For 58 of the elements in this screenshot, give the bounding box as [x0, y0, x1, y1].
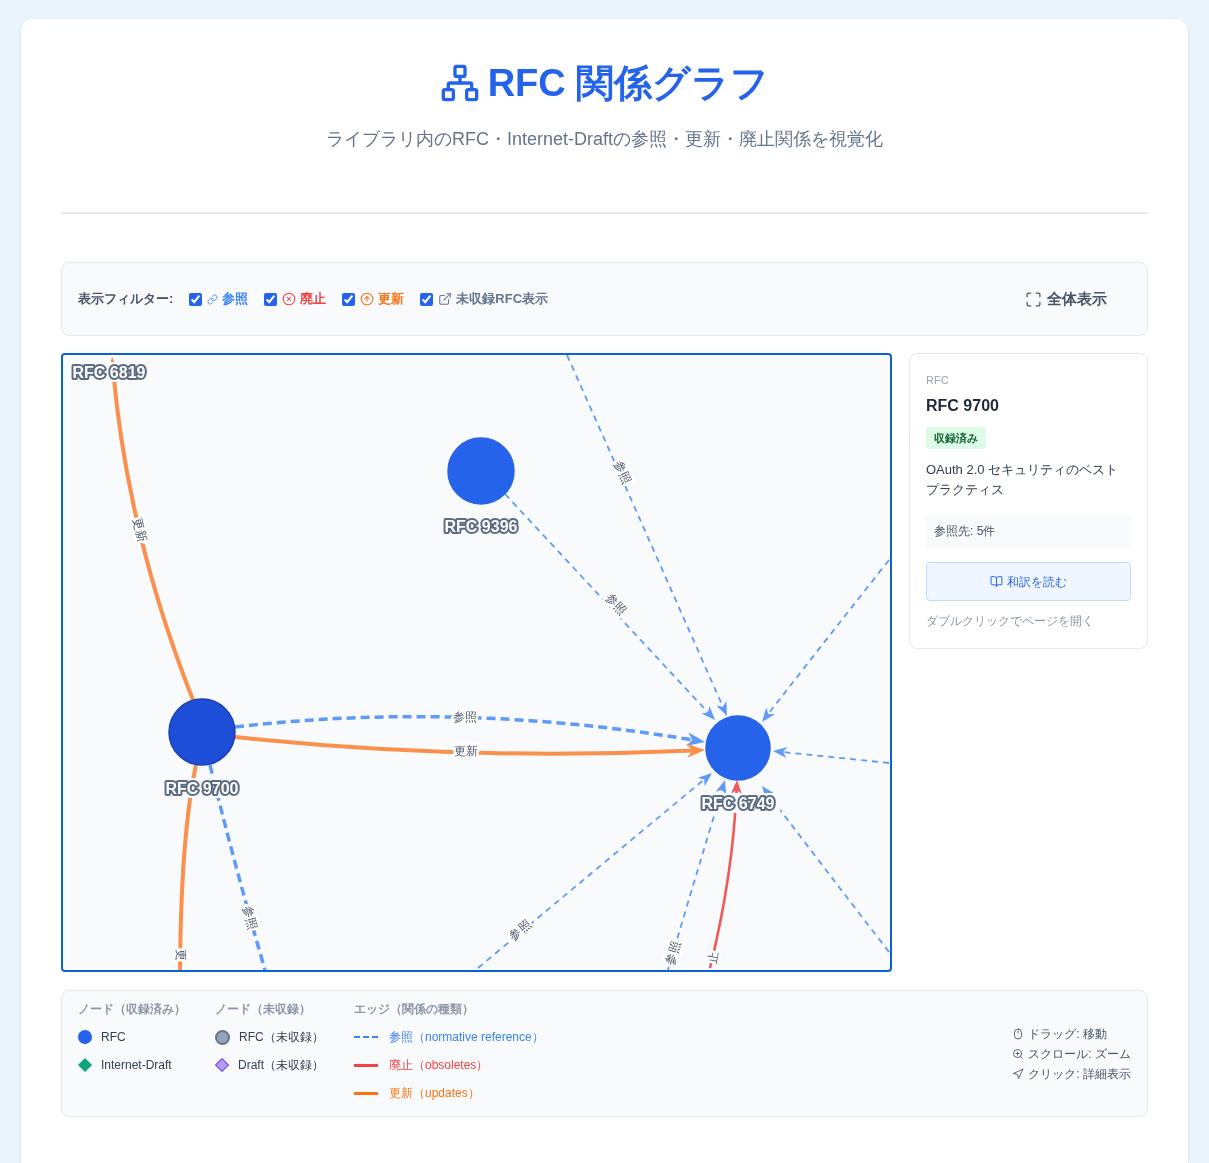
- external-link-icon: [438, 292, 453, 306]
- edge-label: 更新: [130, 516, 150, 544]
- legend-heading: ノード（収録済み）: [78, 1001, 187, 1017]
- legend-label: RFC: [101, 1029, 126, 1046]
- node-type: RFC: [926, 373, 950, 388]
- node-label: RFC 9396: [444, 517, 518, 535]
- filter-label[interactable]: 未収録RFC表示: [456, 289, 549, 309]
- edge-label: 参照: [611, 458, 635, 486]
- interaction-hint: クリック: 詳細表示: [1028, 1066, 1131, 1083]
- edge-label: 参照: [602, 590, 630, 618]
- node-label: RFC 6749: [701, 794, 775, 812]
- fit-view-button[interactable]: 全体表示: [1009, 279, 1123, 319]
- link-icon: [207, 293, 219, 305]
- edge-label: 参照: [240, 904, 260, 932]
- edge-label: 参照: [452, 709, 478, 725]
- legend-label: RFC（未収録）: [239, 1029, 324, 1046]
- filter-heading: 表示フィルター:: [78, 290, 174, 309]
- mouse-icon: [1012, 1028, 1025, 1040]
- page-title: RFC 関係グラフ: [487, 61, 770, 106]
- legend-label: Draft（未収録）: [238, 1057, 324, 1074]
- edge-label: 更: [174, 949, 188, 961]
- filter-label[interactable]: 更新: [378, 289, 405, 309]
- read-translation-button[interactable]: 和訳を読む: [926, 562, 1131, 601]
- interaction-hint: スクロール: ズーム: [1028, 1046, 1131, 1063]
- open-page-hint: ダブルクリックでページを開く: [926, 613, 1095, 629]
- legend-label: 更新（updates）: [389, 1085, 480, 1102]
- filter-checkbox[interactable]: [420, 292, 434, 306]
- filter-label[interactable]: 廃止: [300, 289, 327, 309]
- node-label: RFC 9700: [165, 779, 239, 797]
- graph-node[interactable]: [447, 437, 515, 505]
- status-badge: 収録済み: [926, 427, 986, 449]
- graph-node[interactable]: [705, 715, 771, 781]
- x-circle-icon: [282, 292, 297, 306]
- edge-label: 参照: [662, 939, 684, 967]
- legend-label: 廃止（obsoletes）: [389, 1057, 489, 1074]
- legend-label: 参照（normative reference）: [389, 1029, 544, 1046]
- edge-label: 止: [705, 949, 721, 965]
- pointer-arrow-icon: [1012, 1068, 1025, 1080]
- node-description: OAuth 2.0 セキュリティのベストプラクティス: [926, 461, 1120, 499]
- filter-checkbox[interactable]: [264, 292, 278, 306]
- reference-count: 参照先: 5件: [926, 513, 1131, 549]
- legend-heading: ノード（未収録）: [215, 1001, 312, 1017]
- legend-label: Internet-Draft: [101, 1057, 172, 1074]
- filter-label[interactable]: 参照: [222, 289, 249, 309]
- network-icon: [439, 63, 480, 103]
- fullscreen-icon: [1025, 290, 1042, 308]
- node-label: RFC 6819: [72, 363, 146, 381]
- book-icon: [990, 575, 1003, 588]
- filter-checkbox[interactable]: [189, 292, 203, 306]
- page-subtitle: ライブラリ内のRFC・Internet-Draftの参照・更新・廃止関係を視覚化: [324, 128, 884, 151]
- zoom-in-icon: [1012, 1048, 1025, 1060]
- edge-label: 参照: [506, 916, 534, 944]
- legend-heading: エッジ（関係の種類）: [354, 1001, 475, 1017]
- interaction-hint: ドラッグ: 移動: [1028, 1026, 1107, 1043]
- arrow-up-circle-icon: [360, 292, 375, 306]
- filter-checkbox[interactable]: [342, 292, 356, 306]
- graph-node[interactable]: [168, 698, 236, 766]
- node-title: RFC 9700: [926, 396, 1000, 416]
